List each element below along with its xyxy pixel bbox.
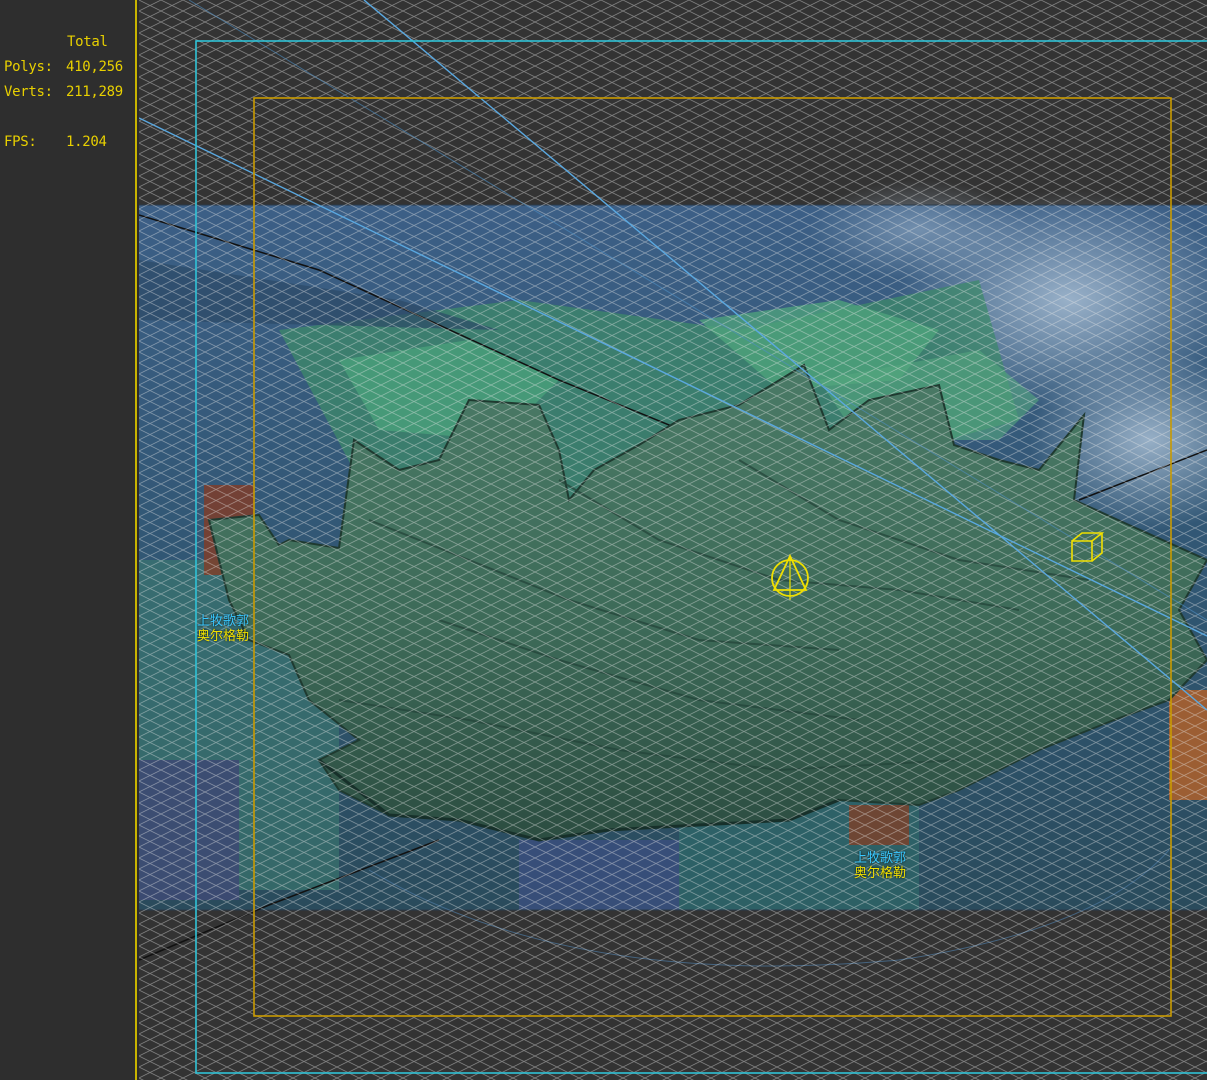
viewport-scene[interactable] — [139, 0, 1207, 1080]
stats-total-header: Total — [67, 34, 108, 50]
scene-label-npc-left: 上牧歌郭 奥尔格勒 — [197, 614, 250, 644]
polys-value: 410,256 — [66, 59, 123, 75]
fps-value: 1.204 — [66, 134, 107, 150]
scene-label-npc-bottom: 上牧歌郭 奥尔格勒 — [854, 851, 907, 881]
verts-value: 211,289 — [66, 84, 123, 100]
perspective-viewport[interactable]: 上牧歌郭 奥尔格勒 上牧歌郭 奥尔格勒 — [139, 0, 1207, 1080]
fps-label: FPS: — [4, 134, 37, 150]
viewport-statistics-panel: Total Polys: 410,256 Verts: 211,289 FPS:… — [0, 0, 137, 1080]
polys-label: Polys: — [4, 59, 53, 75]
wireframe-overlay — [139, 0, 1207, 1080]
verts-label: Verts: — [4, 84, 53, 100]
